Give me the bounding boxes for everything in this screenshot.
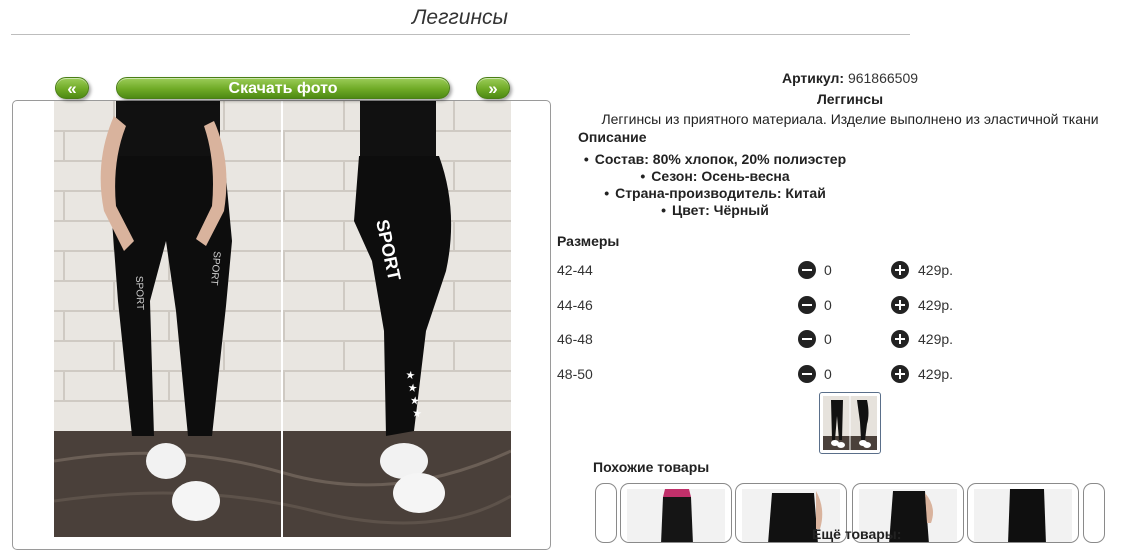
property-text: Состав: 80% хлопок, 20% полиэстер (594, 151, 847, 167)
size-label: 48-50 (557, 366, 593, 382)
bullet: • (583, 151, 589, 167)
sizes-heading: Размеры (557, 233, 620, 249)
product-name: Леггинсы (816, 91, 884, 107)
plus-circle-icon[interactable] (891, 296, 909, 314)
prev-photo-button[interactable]: « (55, 77, 89, 99)
property-item: • Состав: 80% хлопок, 20% полиэстер (560, 151, 870, 167)
bullet: • (604, 185, 610, 201)
minus-circle-icon[interactable] (798, 296, 816, 314)
minus-circle-icon[interactable] (798, 365, 816, 383)
sku-label: Артикул: (781, 70, 845, 86)
similar-scroll-left[interactable] (595, 483, 617, 543)
size-price: 429р. (918, 297, 954, 313)
size-quantity: 0 (824, 331, 832, 347)
size-label: 44-46 (557, 297, 593, 313)
page-title: Леггинсы (412, 6, 508, 29)
product-description: Леггинсы из приятного материала. Изделие… (601, 111, 1099, 127)
title-divider (11, 34, 910, 35)
bullet: • (661, 202, 667, 218)
size-quantity: 0 (824, 297, 832, 313)
property-item: • Сезон: Осень-весна (560, 168, 870, 184)
svg-text:SPORT: SPORT (133, 276, 145, 311)
size-quantity: 0 (824, 262, 832, 278)
sku-value: 961866509 (847, 70, 919, 86)
size-price: 429р. (918, 331, 954, 347)
size-label: 46-48 (557, 331, 593, 347)
size-quantity: 0 (824, 366, 832, 382)
minus-circle-icon[interactable] (798, 330, 816, 348)
next-photo-button[interactable]: » (476, 77, 510, 99)
main-product-photo[interactable]: SPORT SPORT SPORT ★ ★ ★ ★ (54, 101, 511, 537)
plus-circle-icon[interactable] (891, 330, 909, 348)
property-text: Страна-производитель: Китай (615, 185, 826, 201)
size-label: 42-44 (557, 262, 593, 278)
more-products-label: Ещё товары: (812, 526, 902, 542)
description-heading: Описание (578, 129, 647, 145)
minus-circle-icon[interactable] (798, 261, 816, 279)
similar-product-card[interactable] (967, 483, 1079, 543)
photo-thumbnail[interactable] (819, 392, 881, 454)
plus-circle-icon[interactable] (891, 261, 909, 279)
download-photo-button[interactable]: Скачать фото (116, 77, 450, 99)
property-item: • Цвет: Чёрный (560, 202, 870, 218)
bullet: • (640, 168, 646, 184)
sku-line: Артикул: 961866509 (560, 70, 1135, 86)
similar-products-heading: Похожие товары (593, 459, 710, 475)
similar-product-card[interactable] (620, 483, 732, 543)
size-price: 429р. (918, 262, 954, 278)
size-price: 429р. (918, 366, 954, 382)
property-item: • Страна-производитель: Китай (560, 185, 870, 201)
property-text: Сезон: Осень-весна (651, 168, 790, 184)
property-text: Цвет: Чёрный (672, 202, 769, 218)
plus-circle-icon[interactable] (891, 365, 909, 383)
similar-scroll-right[interactable] (1083, 483, 1105, 543)
